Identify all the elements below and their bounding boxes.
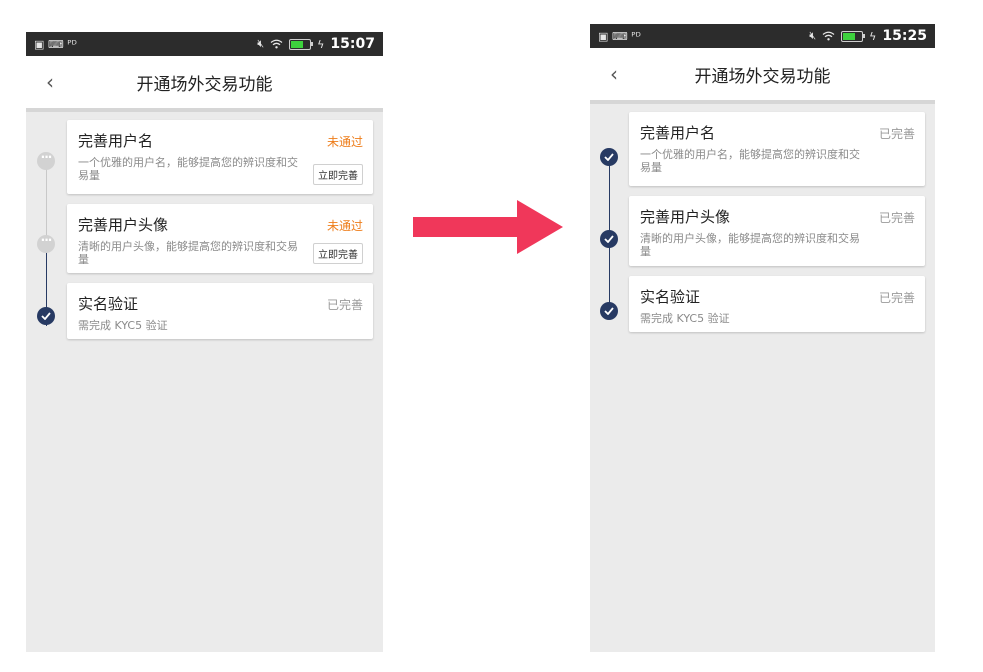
step-pending-icon [37, 233, 55, 253]
check-icon [600, 302, 618, 320]
step-description: 清晰的用户头像，能够提高您的辨识度和交易量 [640, 232, 860, 259]
step-card-username[interactable]: 完善用户名 一个优雅的用户名，能够提高您的辨识度和交易量 未通过 立即完善 [67, 120, 373, 194]
step-title: 实名验证 [78, 295, 139, 313]
step-title: 完善用户名 [640, 124, 716, 142]
status-bar: ▣ ⌨ ᴾᴰ 🔇︎ ϟ 15:07 [26, 32, 383, 56]
wifi-icon [270, 39, 283, 49]
status-time: 15:07 [330, 36, 375, 52]
mute-icon: 🔇︎ [809, 29, 817, 42]
step-list: 完善用户名 一个优雅的用户名，能够提高您的辨识度和交易量 已完善 完善用户头像 … [590, 104, 935, 332]
header: ‹ 开通场外交易功能 [590, 48, 935, 104]
step-status: 未通过 [326, 135, 363, 149]
header: ‹ 开通场外交易功能 [26, 56, 383, 112]
back-icon[interactable]: ‹ [610, 62, 618, 86]
step-title: 实名验证 [640, 288, 701, 306]
step-description: 需完成 KYC5 验证 [78, 319, 168, 332]
right-arrow-icon [413, 200, 563, 254]
back-icon[interactable]: ‹ [46, 70, 54, 94]
step-pending-icon [37, 150, 55, 170]
step-description: 清晰的用户头像，能够提高您的辨识度和交易量 [78, 240, 298, 267]
check-icon [600, 148, 618, 166]
step-status: 已完善 [878, 127, 915, 141]
left-phone-screen: ▣ ⌨ ᴾᴰ 🔇︎ ϟ 15:07 ‹ 开通场外交易功能 完善用户名 一个优雅的… [26, 32, 383, 652]
step-title: 完善用户头像 [78, 216, 169, 234]
complete-now-button[interactable]: 立即完善 [313, 164, 363, 185]
step-card-avatar[interactable]: 完善用户头像 清晰的用户头像，能够提高您的辨识度和交易量 未通过 立即完善 [67, 204, 373, 273]
check-icon [37, 307, 55, 325]
battery-icon [289, 38, 314, 50]
step-description: 一个优雅的用户名，能够提高您的辨识度和交易量 [640, 148, 860, 175]
step-card-username[interactable]: 完善用户名 一个优雅的用户名，能够提高您的辨识度和交易量 已完善 [629, 112, 925, 186]
step-list: 完善用户名 一个优雅的用户名，能够提高您的辨识度和交易量 未通过 立即完善 完善… [26, 112, 383, 339]
step-status: 已完善 [878, 211, 915, 225]
page-title: 开通场外交易功能 [136, 74, 273, 95]
wifi-icon [822, 31, 835, 41]
step-status: 已完善 [326, 298, 363, 312]
complete-now-button[interactable]: 立即完善 [313, 243, 363, 264]
step-description: 一个优雅的用户名，能够提高您的辨识度和交易量 [78, 156, 298, 183]
step-title: 完善用户头像 [640, 208, 731, 226]
step-card-kyc[interactable]: 实名验证 需完成 KYC5 验证 已完善 [629, 276, 925, 332]
charging-icon: ϟ [317, 37, 325, 51]
charging-icon: ϟ [869, 29, 877, 43]
step-status: 已完善 [878, 291, 915, 305]
step-description: 需完成 KYC5 验证 [640, 312, 730, 325]
battery-icon [841, 30, 866, 42]
step-status: 未通过 [326, 219, 363, 233]
step-card-avatar[interactable]: 完善用户头像 清晰的用户头像，能够提高您的辨识度和交易量 已完善 [629, 196, 925, 266]
step-title: 完善用户名 [78, 132, 154, 150]
mute-icon: 🔇︎ [257, 37, 265, 50]
page-title: 开通场外交易功能 [694, 66, 831, 87]
right-phone-screen: ▣ ⌨ ᴾᴰ 🔇︎ ϟ 15:25 ‹ 开通场外交易功能 完善用户名 一个优雅的… [590, 24, 935, 652]
status-time: 15:25 [882, 28, 927, 44]
status-bar: ▣ ⌨ ᴾᴰ 🔇︎ ϟ 15:25 [590, 24, 935, 48]
notification-icons: ▣ ⌨ ᴾᴰ [34, 37, 77, 51]
step-card-kyc[interactable]: 实名验证 需完成 KYC5 验证 已完善 [67, 283, 373, 339]
check-icon [600, 230, 618, 248]
timeline-connector [46, 160, 47, 244]
notification-icons: ▣ ⌨ ᴾᴰ [598, 29, 641, 43]
